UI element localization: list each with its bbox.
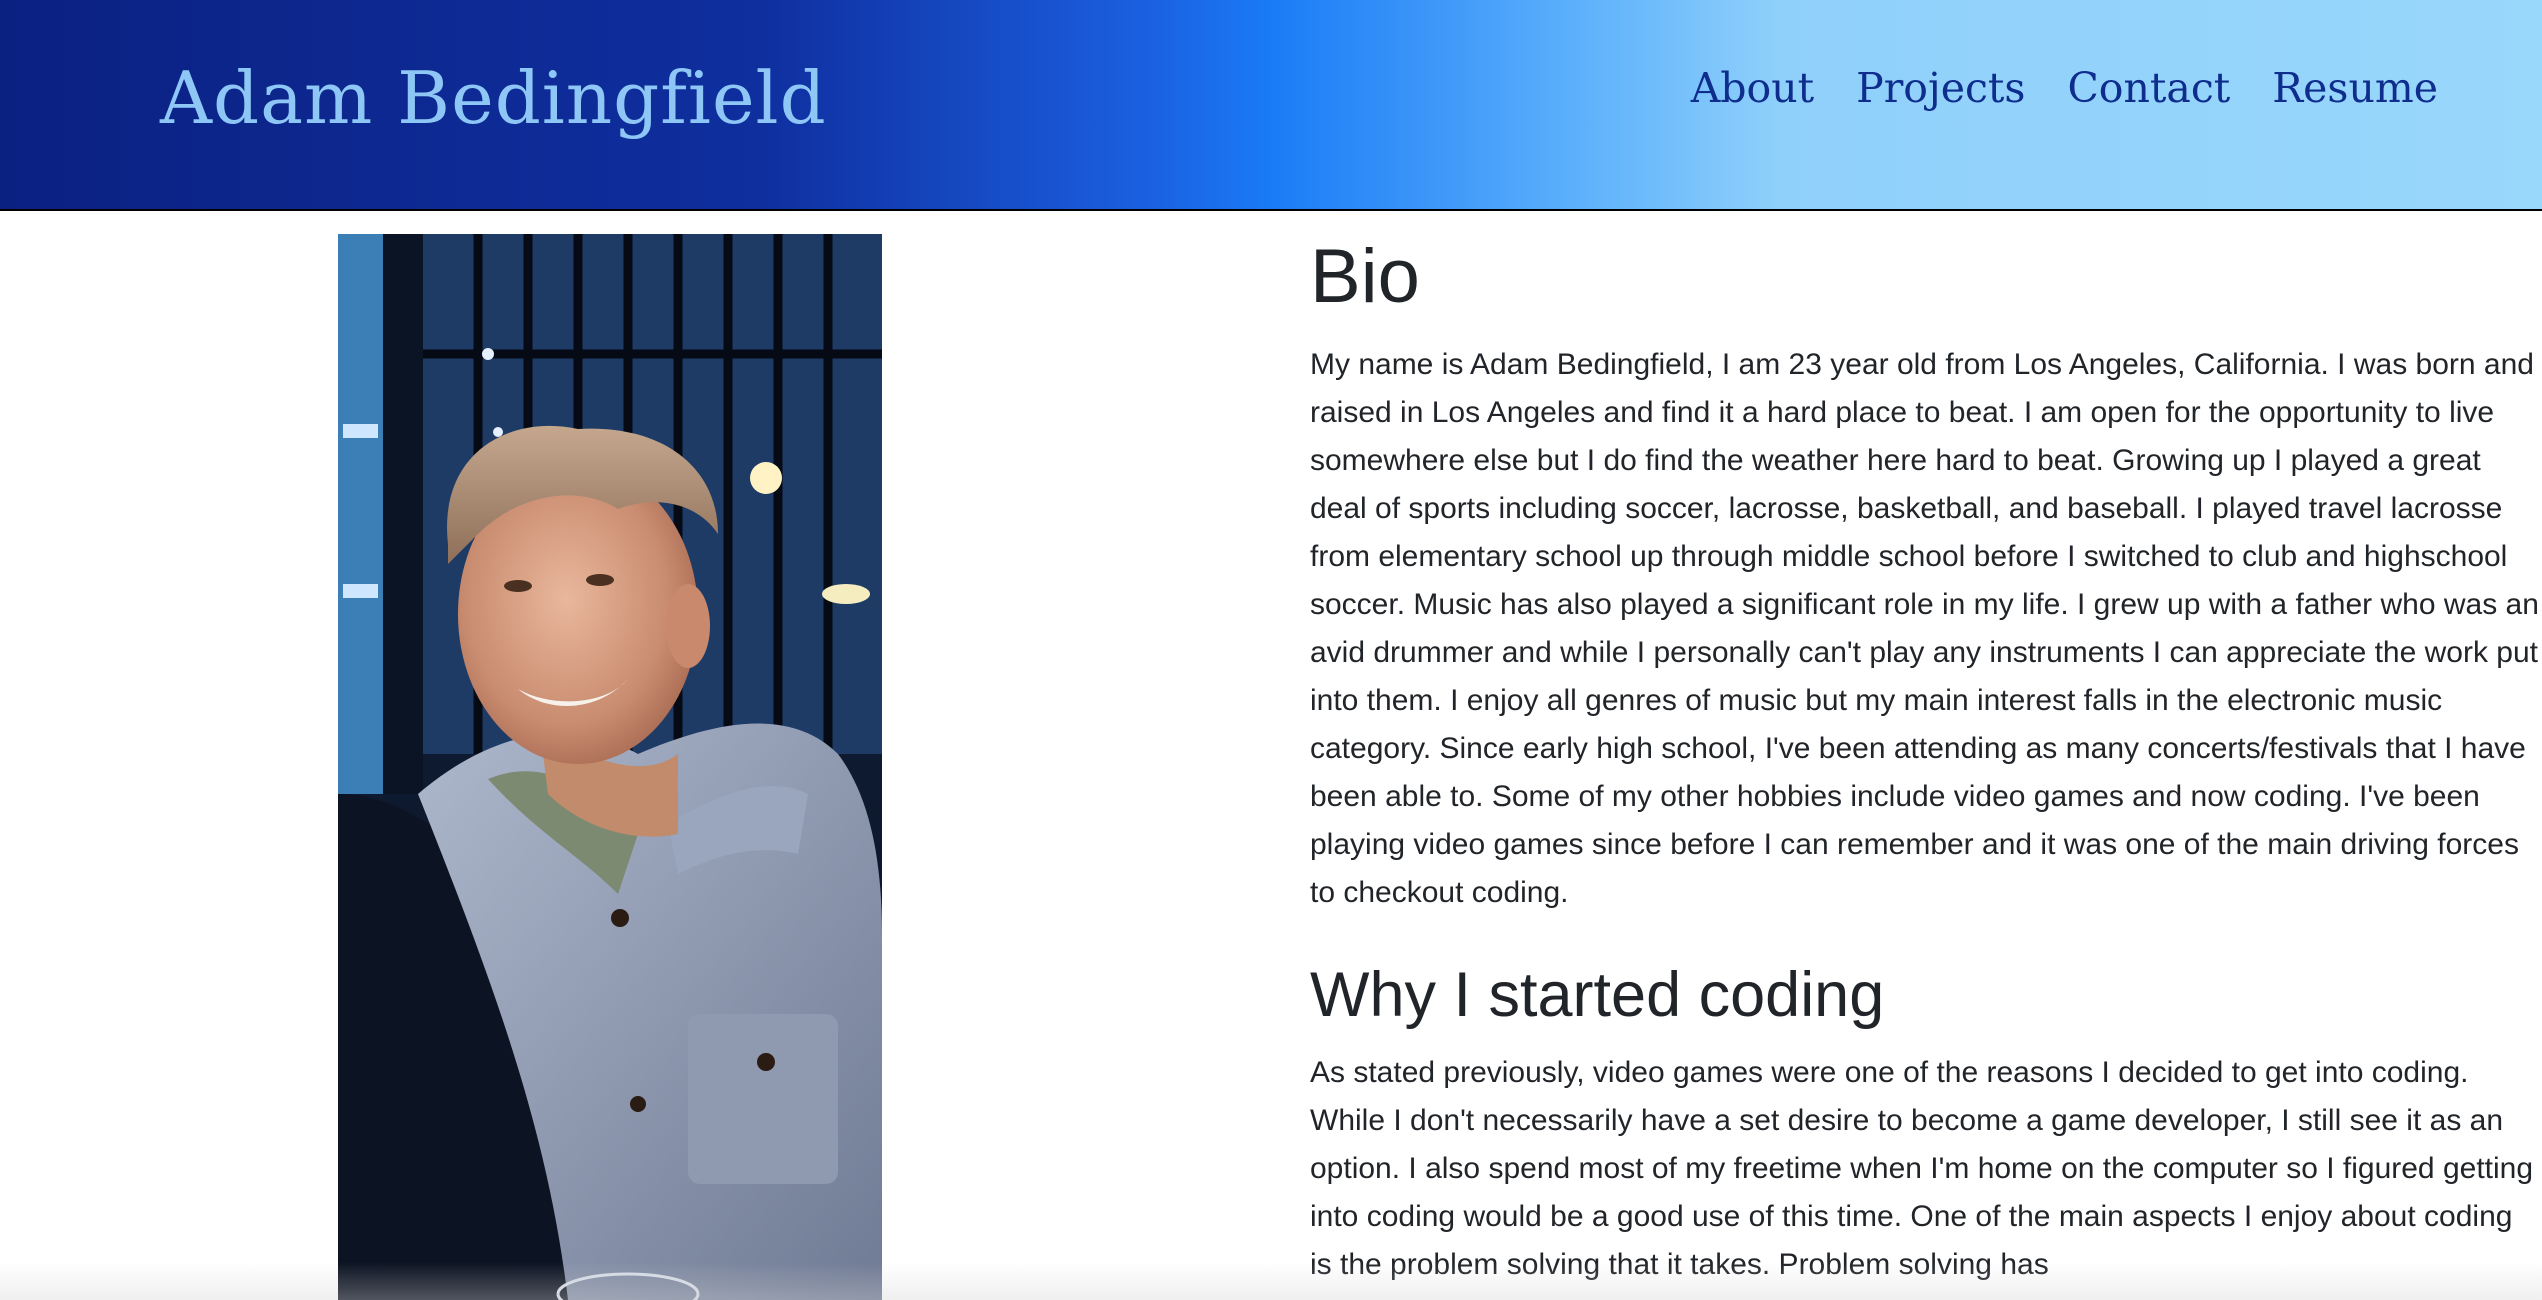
about-text-column: Bio My name is Adam Bedingfield, I am 23…	[1310, 227, 2542, 1300]
main-content: Bio My name is Adam Bedingfield, I am 23…	[0, 211, 2542, 1300]
bio-paragraph: My name is Adam Bedingfield, I am 23 yea…	[1310, 348, 2539, 909]
why-coding-paragraph: As stated previously, video games were o…	[1310, 1056, 2534, 1281]
site-header: Adam Bedingfield About Projects Contact …	[0, 0, 2542, 211]
profile-photo	[338, 234, 882, 1300]
nav-link-resume[interactable]: Resume	[2272, 58, 2438, 118]
bio-heading: Bio	[1310, 234, 1420, 319]
why-coding-heading: Why I started coding	[1310, 960, 1885, 1030]
site-brand[interactable]: Adam Bedingfield	[160, 48, 827, 148]
main-nav: About Projects Contact Resume	[1691, 58, 2438, 118]
nav-link-about[interactable]: About	[1691, 58, 1814, 118]
nav-link-projects[interactable]: Projects	[1856, 58, 2025, 118]
nav-link-contact[interactable]: Contact	[2067, 58, 2230, 118]
